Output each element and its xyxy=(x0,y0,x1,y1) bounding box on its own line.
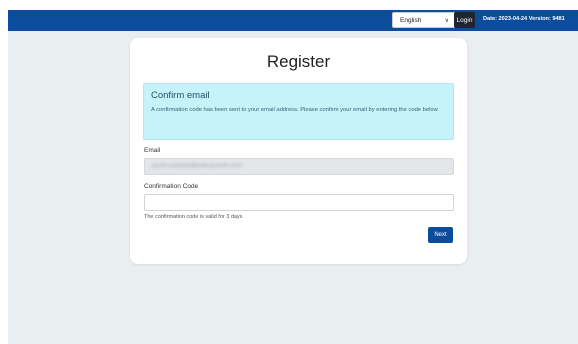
email-value: jacob.example@webclyourth.com xyxy=(152,163,242,169)
app-frame: English ∨ Login Date: 2023-04-24 Version… xyxy=(8,10,578,344)
next-button[interactable]: Next xyxy=(428,227,453,243)
confirm-email-alert: Confirm email A confirmation code has be… xyxy=(143,83,454,140)
language-select[interactable]: English ∨ xyxy=(392,12,456,28)
alert-title: Confirm email xyxy=(151,90,210,101)
alert-message: A confirmation code has been sent to you… xyxy=(151,107,438,113)
register-card: Register Confirm email A confirmation co… xyxy=(130,38,467,264)
confirmation-code-input[interactable] xyxy=(144,194,454,211)
code-validity-hint: The confirmation code is valid for 3 day… xyxy=(144,214,243,220)
language-select-value: English xyxy=(400,17,422,24)
login-button[interactable]: Login xyxy=(454,12,475,28)
chevron-down-icon: ∨ xyxy=(444,18,449,24)
date-version-text: Date: 2023-04-24 Version: 9481 xyxy=(483,16,565,22)
email-field: jacob.example@webclyourth.com xyxy=(144,158,454,175)
email-label: Email xyxy=(144,147,161,154)
top-navbar: English ∨ Login Date: 2023-04-24 Version… xyxy=(8,10,578,31)
confirmation-code-label: Confirmation Code xyxy=(144,183,199,190)
page-title: Register xyxy=(266,52,331,71)
